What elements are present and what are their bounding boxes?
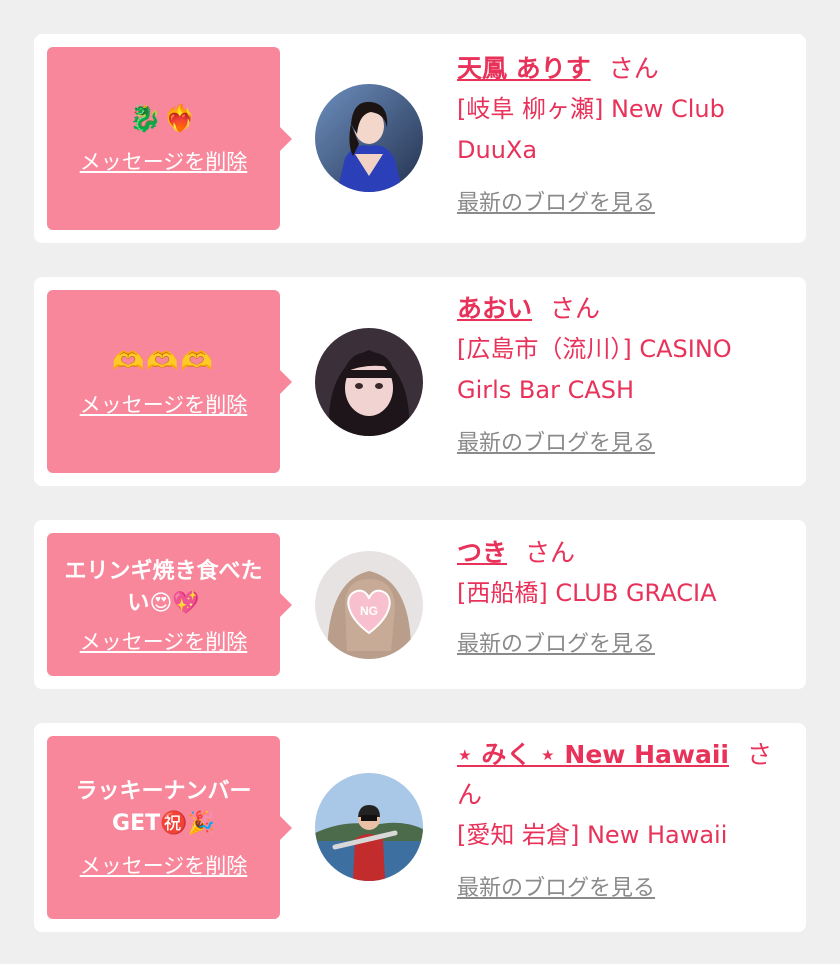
latest-blog-link[interactable]: 最新のブログを見る bbox=[457, 185, 655, 217]
avatar-badge: NG bbox=[360, 604, 378, 618]
cast-name-link[interactable]: 天鳳 ありす bbox=[457, 54, 591, 83]
message-card: ラッキーナンバーGET㊗️🎉 メッセージを削除 ⋆ みく ⋆ New Hawai… bbox=[34, 723, 806, 932]
cast-name-line: つき さん bbox=[457, 533, 787, 573]
cast-name-link[interactable]: つき bbox=[457, 538, 507, 567]
message-text: 🐉❤️‍🔥 bbox=[129, 103, 198, 134]
message-card: 🫶🫶🫶 メッセージを削除 あおい さん [広島市（流川）] CASINO Girl… bbox=[34, 277, 806, 486]
cast-info: ⋆ みく ⋆ New Hawaii さん [愛知 岩倉] New Hawaii 最… bbox=[457, 735, 787, 902]
honorific: さん bbox=[608, 54, 659, 83]
store-name: [愛知 岩倉] New Hawaii bbox=[457, 821, 728, 849]
cast-info: あおい さん [広島市（流川）] CASINO Girls Bar CASH 最新… bbox=[457, 289, 787, 457]
message-text: ラッキーナンバーGET㊗️🎉 bbox=[75, 778, 252, 836]
message-text: エリンギ焼き食べたい😍💖 bbox=[64, 558, 263, 616]
cast-name-link[interactable]: あおい bbox=[457, 294, 532, 323]
latest-blog-link[interactable]: 最新のブログを見る bbox=[457, 626, 655, 658]
message-bubble: ラッキーナンバーGET㊗️🎉 メッセージを削除 bbox=[47, 736, 280, 919]
message-bubble: 🫶🫶🫶 メッセージを削除 bbox=[47, 290, 280, 473]
cast-name-link[interactable]: ⋆ みく ⋆ New Hawaii bbox=[457, 740, 729, 769]
cast-info: つき さん [西船橋] CLUB GRACIA 最新のブログを見る bbox=[457, 533, 787, 658]
cast-name-line: 天鳳 ありす さん bbox=[457, 49, 787, 89]
cast-info: 天鳳 ありす さん [岐阜 柳ヶ瀬] New Club DuuXa 最新のブログを… bbox=[457, 49, 787, 217]
honorific: さん bbox=[550, 294, 601, 323]
message-card: エリンギ焼き食べたい😍💖 メッセージを削除 NG つき さん [西船橋] CLUB… bbox=[34, 520, 806, 689]
cast-name-line: ⋆ みく ⋆ New Hawaii さん bbox=[457, 735, 787, 815]
store-name: [岐阜 柳ヶ瀬] New Club DuuXa bbox=[457, 95, 725, 164]
delete-message-link[interactable]: メッセージを削除 bbox=[80, 850, 248, 880]
store-name: [広島市（流川）] CASINO Girls Bar CASH bbox=[457, 335, 732, 404]
message-bubble: エリンギ焼き食べたい😍💖 メッセージを削除 bbox=[47, 533, 280, 676]
store-name: [西船橋] CLUB GRACIA bbox=[457, 579, 717, 607]
avatar[interactable] bbox=[315, 773, 423, 881]
latest-blog-link[interactable]: 最新のブログを見る bbox=[457, 870, 655, 902]
avatar[interactable]: NG bbox=[315, 551, 423, 659]
message-bubble: 🐉❤️‍🔥 メッセージを削除 bbox=[47, 47, 280, 230]
latest-blog-link[interactable]: 最新のブログを見る bbox=[457, 425, 655, 457]
cast-name-line: あおい さん bbox=[457, 289, 787, 329]
delete-message-link[interactable]: メッセージを削除 bbox=[80, 626, 248, 656]
message-text: 🫶🫶🫶 bbox=[111, 346, 216, 377]
honorific: さん bbox=[525, 538, 576, 567]
avatar[interactable] bbox=[315, 84, 423, 192]
avatar[interactable] bbox=[315, 328, 423, 436]
delete-message-link[interactable]: メッセージを削除 bbox=[80, 389, 248, 419]
delete-message-link[interactable]: メッセージを削除 bbox=[80, 146, 248, 176]
message-card: 🐉❤️‍🔥 メッセージを削除 天鳳 ありす さん [岐阜 柳ヶ瀬] New Clu… bbox=[34, 34, 806, 243]
